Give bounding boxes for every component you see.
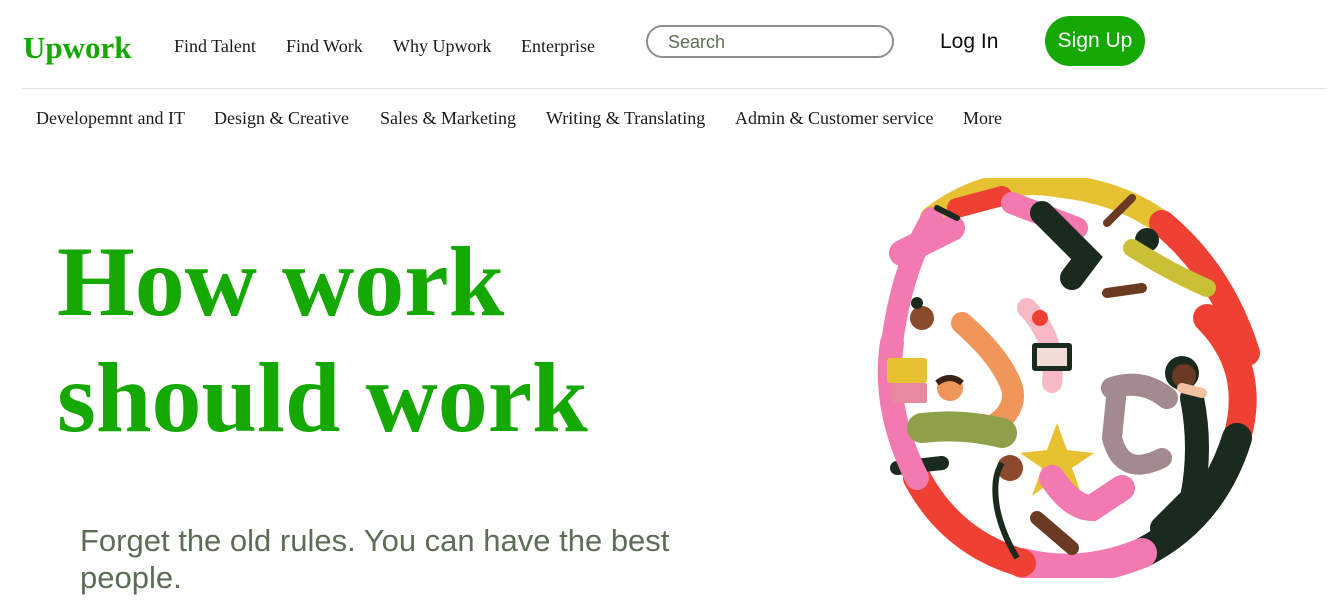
- header-divider: [22, 88, 1327, 89]
- category-sales-marketing[interactable]: Sales & Marketing: [380, 106, 516, 130]
- hero-title: How work should work: [57, 226, 588, 453]
- login-link[interactable]: Log In: [940, 29, 998, 55]
- nav-why-upwork[interactable]: Why Upwork: [393, 34, 491, 58]
- signup-button[interactable]: Sign Up: [1045, 16, 1145, 66]
- hero-illustration: [877, 178, 1260, 578]
- search-box: [646, 25, 894, 58]
- nav-find-work[interactable]: Find Work: [286, 34, 363, 58]
- category-design-creative[interactable]: Design & Creative: [214, 106, 349, 130]
- upwork-logo[interactable]: Upwork: [23, 28, 132, 68]
- hero-subtitle: Forget the old rules. You can have the b…: [80, 523, 670, 595]
- nav-find-talent[interactable]: Find Talent: [174, 34, 256, 58]
- search-input[interactable]: [668, 31, 878, 53]
- nav-enterprise[interactable]: Enterprise: [521, 34, 595, 58]
- category-writing-translating[interactable]: Writing & Translating: [546, 106, 705, 130]
- category-more[interactable]: More: [963, 106, 1002, 130]
- category-development-it[interactable]: Developemnt and IT: [36, 106, 185, 130]
- site-header: Upwork Find Talent Find Work Why Upwork …: [0, 0, 1338, 88]
- category-admin-customer-service[interactable]: Admin & Customer service: [735, 106, 933, 130]
